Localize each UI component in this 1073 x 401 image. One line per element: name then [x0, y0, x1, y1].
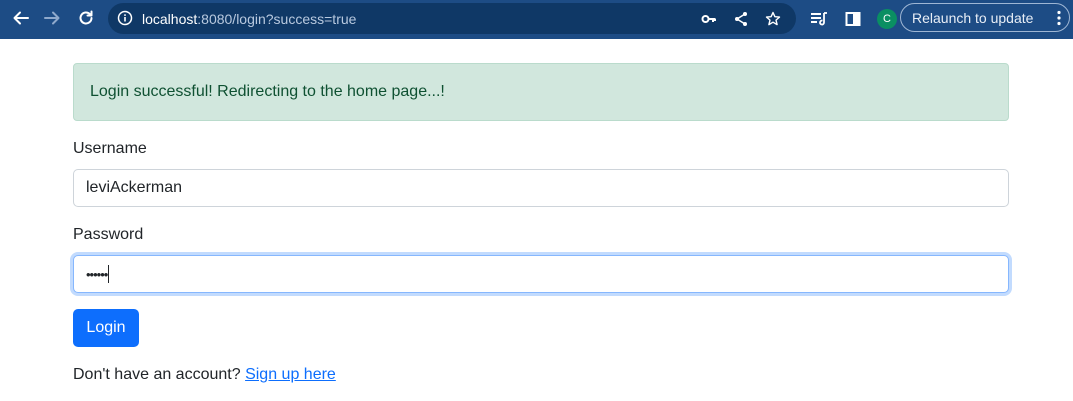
reload-icon[interactable] [71, 3, 101, 33]
share-icon[interactable] [726, 7, 756, 31]
forward-arrow-icon[interactable] [37, 3, 67, 33]
password-label: Password [73, 226, 144, 243]
avatar: C [877, 9, 897, 29]
username-label: Username [73, 140, 147, 157]
login-form-container: Login successful! Redirecting to the hom… [73, 63, 1009, 383]
star-icon[interactable] [758, 7, 788, 31]
password-input[interactable]: •••••• [73, 255, 1009, 293]
alert-message: Login successful! Redirecting to the hom… [90, 83, 445, 100]
text-caret [108, 265, 110, 283]
url-text: localhost:8080/login?success=true [142, 11, 356, 27]
more-vert-icon[interactable] [1057, 10, 1061, 26]
success-alert: Login successful! Redirecting to the hom… [73, 63, 1009, 121]
signup-prompt: Don't have an account? [73, 366, 241, 383]
relaunch-label: Relaunch to update [912, 9, 1034, 26]
url-host: localhost [142, 11, 198, 27]
url-path: :8080/login?success=true [197, 11, 357, 27]
signup-prompt-line: Don't have an account? Sign up here [73, 366, 336, 384]
back-arrow-icon[interactable] [6, 3, 36, 33]
key-icon[interactable] [694, 7, 724, 31]
reading-list-icon[interactable] [804, 4, 834, 34]
login-button-label: Login [86, 319, 126, 336]
username-value: leviAckerman [86, 179, 183, 196]
info-icon[interactable] [117, 10, 133, 26]
address-bar[interactable]: localhost:8080/login?success=true [108, 3, 796, 34]
password-value: •••••• [86, 266, 108, 282]
relaunch-button[interactable]: Relaunch to update [900, 3, 1070, 32]
username-input[interactable]: leviAckerman [73, 169, 1009, 207]
browser-toolbar: localhost:8080/login?success=true C Rela… [0, 0, 1073, 39]
signup-link[interactable]: Sign up here [245, 366, 336, 383]
login-button[interactable]: Login [73, 309, 139, 347]
side-panel-icon[interactable] [838, 4, 868, 34]
profile-button[interactable]: C [872, 4, 902, 34]
